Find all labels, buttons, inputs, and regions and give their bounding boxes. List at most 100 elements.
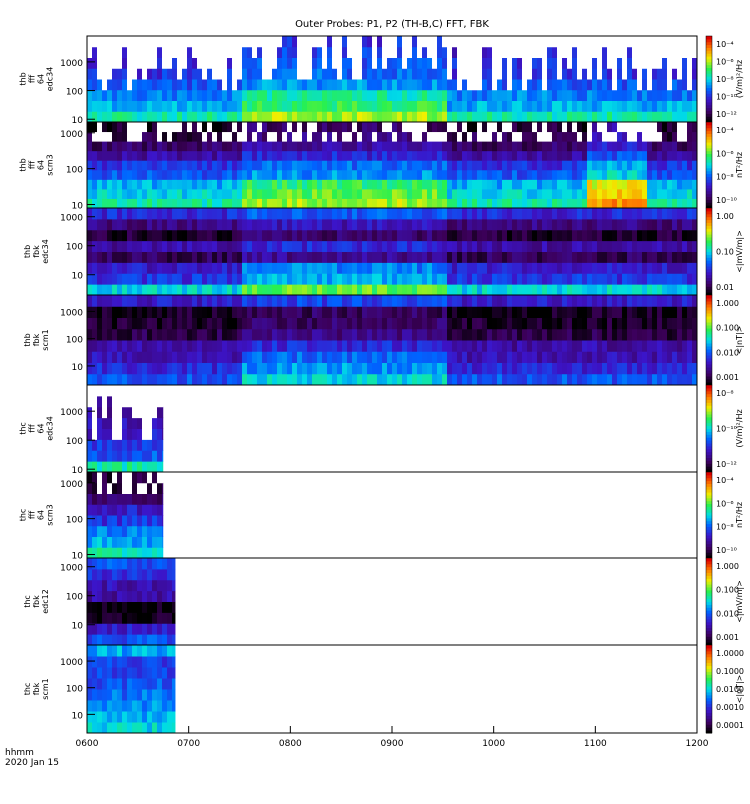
spectrogram-cell: [377, 240, 382, 252]
spectrogram-cell: [157, 306, 162, 318]
spectrogram-cell: [107, 57, 112, 69]
spectrogram-cell: [547, 100, 552, 112]
spectrogram-cell: [197, 131, 202, 142]
spectrogram-cell: [342, 284, 347, 296]
spectrogram-cell: [497, 160, 502, 171]
spectrogram-cell: [692, 198, 697, 209]
spectrogram-cell: [577, 160, 582, 171]
spectrogram-cell: [692, 188, 697, 199]
spectrogram-cell: [202, 284, 207, 296]
spectrogram-cell: [152, 568, 157, 581]
spectrogram-cell: [347, 188, 352, 199]
spectrogram-cell: [492, 46, 497, 58]
spectrogram-cell: [632, 141, 637, 152]
spectrogram-cell: [267, 198, 272, 209]
spectrogram-cell: [632, 340, 637, 352]
spectrogram-cell: [542, 317, 547, 330]
spectrogram-cell: [612, 229, 617, 242]
spectrogram-cell: [142, 472, 147, 484]
colorbar-segment: [706, 170, 712, 175]
spectrogram-cell: [347, 273, 352, 285]
spectrogram-cell: [282, 251, 287, 263]
spectrogram-cell: [307, 295, 312, 307]
spectrogram-cell: [652, 36, 657, 48]
spectrogram-cell: [637, 111, 642, 123]
spectrogram-cell: [162, 262, 167, 274]
colorbar-segment: [706, 393, 712, 398]
spectrogram-cell: [577, 284, 582, 296]
spectrogram-cell: [142, 689, 147, 701]
spectrogram-cell: [197, 351, 202, 363]
spectrogram-cell: [97, 711, 102, 723]
spectrogram-cell: [372, 251, 377, 263]
y-tick-label: 1000: [60, 658, 83, 668]
spectrogram-cell: [637, 131, 642, 142]
spectrogram-cell: [102, 634, 107, 646]
spectrogram-cell: [107, 645, 112, 657]
spectrogram-cell: [167, 373, 172, 386]
spectrogram-cell: [162, 461, 164, 473]
spectrogram-cell: [362, 373, 367, 386]
spectrogram-cell: [362, 229, 367, 242]
spectrogram-cell: [227, 373, 232, 386]
spectrogram-cell: [132, 667, 137, 679]
spectrogram-cell: [427, 251, 432, 263]
spectrogram-cell: [677, 328, 682, 341]
spectrogram-cell: [97, 700, 102, 712]
spectrogram-cell: [237, 351, 242, 363]
colorbar-tick-label: 10⁻⁸: [716, 389, 734, 398]
spectrogram-cell: [162, 536, 164, 548]
spectrogram-cell: [127, 57, 132, 69]
spectrogram-cell: [302, 160, 307, 171]
spectrogram-cell: [597, 141, 602, 152]
spectrogram-cell: [472, 179, 477, 190]
spectrogram-cell: [367, 373, 372, 386]
spectrogram-cell: [632, 179, 637, 190]
spectrogram-cell: [87, 525, 92, 537]
spectrogram-cell: [227, 36, 232, 48]
spectrogram-cell: [157, 450, 162, 462]
spectrogram-cell: [582, 68, 587, 80]
spectrogram-cell: [297, 306, 302, 318]
spectrogram-cell: [117, 100, 122, 112]
spectrogram-cell: [602, 284, 607, 296]
spectrogram-cell: [242, 373, 247, 386]
spectrogram-cell: [317, 188, 322, 199]
spectrogram-cell: [632, 122, 637, 133]
spectrogram-cell: [242, 122, 247, 133]
spectrogram-cell: [652, 362, 657, 375]
spectrogram-cell: [447, 79, 452, 91]
colorbar-segment: [706, 310, 712, 314]
spectrogram-cell: [337, 46, 342, 58]
colorbar-segment: [706, 355, 712, 359]
spectrogram-cell: [92, 317, 97, 330]
spectrogram-cell: [592, 240, 597, 252]
spectrogram-cell: [677, 373, 682, 386]
spectrogram-cell: [452, 68, 457, 80]
spectrogram-cell: [287, 306, 292, 318]
spectrogram-cell: [137, 251, 142, 263]
spectrogram-cell: [152, 122, 157, 133]
spectrogram-cell: [597, 208, 602, 220]
colorbar-segment: [706, 630, 712, 634]
spectrogram-cell: [167, 722, 172, 734]
spectrogram-cell: [232, 328, 237, 341]
spectrogram-cell: [112, 188, 117, 199]
spectrogram-cell: [647, 251, 652, 263]
colorbar-segment: [706, 79, 712, 83]
spectrogram-cell: [102, 351, 107, 363]
spectrogram-cell: [382, 262, 387, 274]
colorbar-segment: [706, 358, 712, 362]
spectrogram-cell: [682, 111, 687, 123]
spectrogram-cell: [432, 188, 437, 199]
spectrogram-cell: [287, 317, 292, 330]
spectrogram-cell: [242, 306, 247, 318]
spectrogram-cell: [257, 57, 262, 69]
spectrogram-cell: [637, 208, 642, 220]
spectrogram-cell: [487, 150, 492, 161]
spectrogram-cell: [102, 273, 107, 285]
spectrogram-cell: [217, 79, 222, 91]
spectrogram-cell: [377, 169, 382, 180]
spectrogram-cell: [277, 218, 282, 231]
colorbar-segment: [706, 122, 712, 126]
